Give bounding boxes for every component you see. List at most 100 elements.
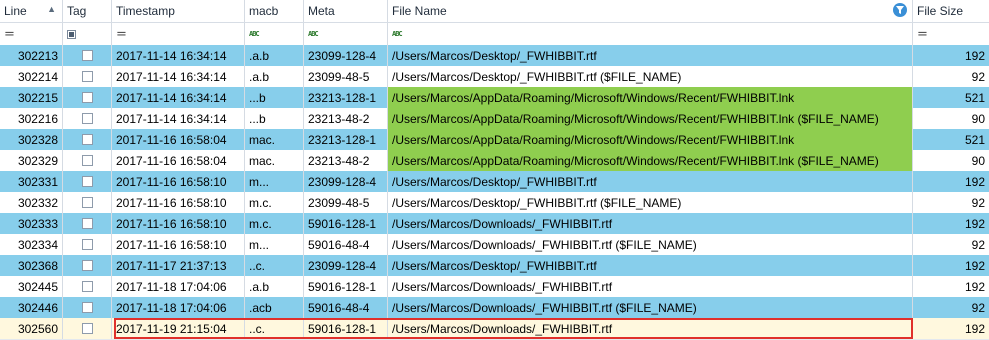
cell-macb[interactable]: m... <box>245 234 304 255</box>
tag-checkbox[interactable] <box>81 218 93 229</box>
cell-macb[interactable]: ...b <box>245 87 304 108</box>
cell-meta[interactable]: 23213-128-1 <box>304 129 388 150</box>
cell-macb[interactable]: m.c. <box>245 192 304 213</box>
filter-file-size[interactable]: = <box>913 23 989 45</box>
cell-macb[interactable]: .a.b <box>245 276 304 297</box>
cell-macb[interactable]: .a.b <box>245 45 304 66</box>
cell-file-name[interactable]: /Users/Marcos/Downloads/_FWHIBBIT.rtf <box>388 213 913 234</box>
table-row[interactable]: 302446 2017-11-18 17:04:06 .acb 59016-48-4 /… <box>0 297 989 319</box>
tag-checkbox[interactable] <box>81 302 93 313</box>
cell-file-name[interactable]: /Users/Marcos/Desktop/_FWHIBBIT.rtf <box>388 255 913 276</box>
cell-timestamp[interactable]: 2017-11-14 16:34:14 <box>112 66 245 87</box>
cell-timestamp[interactable]: 2017-11-16 16:58:10 <box>112 171 245 192</box>
cell-tag[interactable] <box>63 213 112 234</box>
cell-tag[interactable] <box>63 234 112 255</box>
cell-tag[interactable] <box>63 276 112 297</box>
cell-file-name[interactable]: /Users/Marcos/AppData/Roaming/Microsoft/… <box>388 87 913 108</box>
tag-checkbox[interactable] <box>81 281 93 292</box>
tag-checkbox[interactable] <box>81 197 93 208</box>
cell-tag[interactable] <box>63 255 112 276</box>
cell-line[interactable]: 302328 <box>0 129 63 150</box>
cell-line[interactable]: 302445 <box>0 276 63 297</box>
cell-file-name[interactable]: /Users/Marcos/Downloads/_FWHIBBIT.rtf <box>388 276 913 297</box>
cell-file-name[interactable]: /Users/Marcos/Desktop/_FWHIBBIT.rtf <box>388 45 913 66</box>
cell-meta[interactable]: 59016-48-4 <box>304 297 388 318</box>
cell-macb[interactable]: mac. <box>245 129 304 150</box>
table-row[interactable]: 302332 2017-11-16 16:58:10 m.c. 23099-48-5 /… <box>0 192 989 214</box>
cell-file-name[interactable]: /Users/Marcos/AppData/Roaming/Microsoft/… <box>388 108 913 129</box>
table-row[interactable]: 302328 2017-11-16 16:58:04 mac. 23213-128-1… <box>0 129 989 151</box>
tag-checkbox[interactable] <box>81 92 93 103</box>
header-timestamp[interactable]: Timestamp <box>112 0 245 22</box>
cell-line[interactable]: 302215 <box>0 87 63 108</box>
cell-meta[interactable]: 23099-128-4 <box>304 255 388 276</box>
cell-line[interactable]: 302560 <box>0 318 63 339</box>
cell-file-name[interactable]: /Users/Marcos/Desktop/_FWHIBBIT.rtf ($FI… <box>388 192 913 213</box>
cell-line[interactable]: 302332 <box>0 192 63 213</box>
cell-timestamp[interactable]: 2017-11-16 16:58:04 <box>112 129 245 150</box>
cell-meta[interactable]: 23099-48-5 <box>304 66 388 87</box>
table-row[interactable]: 302331 2017-11-16 16:58:10 m... 23099-128-4… <box>0 171 989 193</box>
cell-timestamp[interactable]: 2017-11-16 16:58:10 <box>112 192 245 213</box>
cell-meta[interactable]: 59016-48-4 <box>304 234 388 255</box>
cell-file-size[interactable]: 92 <box>913 192 989 213</box>
cell-timestamp[interactable]: 2017-11-18 17:04:06 <box>112 276 245 297</box>
cell-file-size[interactable]: 90 <box>913 108 989 129</box>
cell-tag[interactable] <box>63 171 112 192</box>
cell-line[interactable]: 302213 <box>0 45 63 66</box>
cell-timestamp[interactable]: 2017-11-16 16:58:10 <box>112 213 245 234</box>
cell-file-size[interactable]: 192 <box>913 45 989 66</box>
header-macb[interactable]: macb <box>245 0 304 22</box>
cell-file-size[interactable]: 192 <box>913 255 989 276</box>
cell-timestamp[interactable]: 2017-11-14 16:34:14 <box>112 108 245 129</box>
sort-up-icon[interactable]: ▲ <box>47 4 56 14</box>
cell-macb[interactable]: ..c. <box>245 318 304 339</box>
table-row[interactable]: 302333 2017-11-16 16:58:10 m.c. 59016-128-1… <box>0 213 989 235</box>
cell-file-name[interactable]: /Users/Marcos/AppData/Roaming/Microsoft/… <box>388 150 913 171</box>
table-row[interactable]: 302560 2017-11-19 21:15:04 ..c. 59016-128-1… <box>0 318 989 340</box>
cell-tag[interactable] <box>63 192 112 213</box>
cell-file-size[interactable]: 521 <box>913 87 989 108</box>
cell-meta[interactable]: 23099-48-5 <box>304 192 388 213</box>
cell-file-size[interactable]: 192 <box>913 171 989 192</box>
cell-line[interactable]: 302216 <box>0 108 63 129</box>
tag-checkbox[interactable] <box>81 134 93 145</box>
cell-macb[interactable]: m... <box>245 171 304 192</box>
filter-meta[interactable]: ABC <box>304 23 388 45</box>
cell-timestamp[interactable]: 2017-11-16 16:58:10 <box>112 234 245 255</box>
cell-meta[interactable]: 59016-128-1 <box>304 276 388 297</box>
cell-tag[interactable] <box>63 318 112 339</box>
checkbox-filter-icon[interactable] <box>67 29 76 39</box>
table-row[interactable]: 302445 2017-11-18 17:04:06 .a.b 59016-128-1… <box>0 276 989 298</box>
cell-timestamp[interactable]: 2017-11-18 17:04:06 <box>112 297 245 318</box>
table-row[interactable]: 302213 2017-11-14 16:34:14 .a.b 23099-128-4… <box>0 45 989 67</box>
cell-file-size[interactable]: 192 <box>913 318 989 339</box>
cell-line[interactable]: 302368 <box>0 255 63 276</box>
tag-checkbox[interactable] <box>81 176 93 187</box>
table-row[interactable]: 302334 2017-11-16 16:58:10 m... 59016-48-4 /… <box>0 234 989 256</box>
cell-macb[interactable]: .a.b <box>245 66 304 87</box>
cell-file-size[interactable]: 192 <box>913 213 989 234</box>
cell-line[interactable]: 302214 <box>0 66 63 87</box>
header-file-size[interactable]: File Size <box>913 0 989 22</box>
cell-meta[interactable]: 23099-128-4 <box>304 171 388 192</box>
cell-file-name[interactable]: /Users/Marcos/Downloads/_FWHIBBIT.rtf ($… <box>388 234 913 255</box>
cell-tag[interactable] <box>63 66 112 87</box>
tag-checkbox[interactable] <box>81 323 93 334</box>
table-row[interactable]: 302368 2017-11-17 21:37:13 ..c. 23099-128-4… <box>0 255 989 277</box>
filter-tag[interactable] <box>63 23 112 45</box>
cell-file-name[interactable]: /Users/Marcos/Desktop/_FWHIBBIT.rtf ($FI… <box>388 66 913 87</box>
cell-macb[interactable]: ..c. <box>245 255 304 276</box>
cell-macb[interactable]: mac. <box>245 150 304 171</box>
filter-funnel-icon[interactable] <box>893 3 907 17</box>
filter-line[interactable]: = <box>0 23 63 45</box>
tag-checkbox[interactable] <box>81 155 93 166</box>
header-tag[interactable]: Tag <box>63 0 112 22</box>
cell-file-name[interactable]: /Users/Marcos/Downloads/_FWHIBBIT.rtf <box>388 318 913 339</box>
cell-file-size[interactable]: 521 <box>913 129 989 150</box>
header-meta[interactable]: Meta <box>304 0 388 22</box>
cell-line[interactable]: 302329 <box>0 150 63 171</box>
cell-timestamp[interactable]: 2017-11-14 16:34:14 <box>112 87 245 108</box>
cell-file-size[interactable]: 192 <box>913 276 989 297</box>
cell-line[interactable]: 302446 <box>0 297 63 318</box>
